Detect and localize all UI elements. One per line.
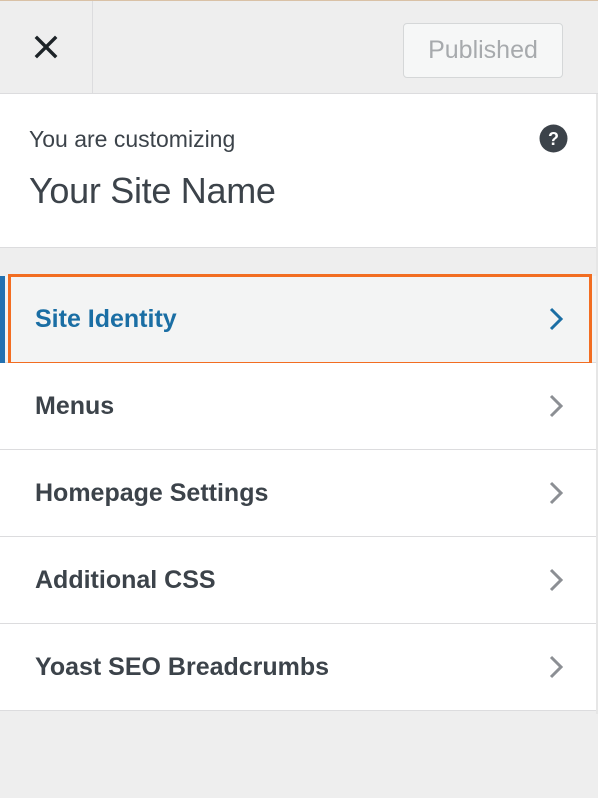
section-label: Site Identity [35,305,177,333]
section-label: Yoast SEO Breadcrumbs [35,653,330,681]
help-icon[interactable]: ? [539,124,568,153]
section-label: Homepage Settings [35,479,269,507]
chevron-right-icon [549,394,564,418]
section-homepage-settings[interactable]: Homepage Settings [0,450,598,537]
chevron-right-icon [549,481,564,505]
section-menus[interactable]: Menus [0,363,598,450]
publish-button[interactable]: Published [403,23,563,78]
close-button[interactable] [0,1,93,93]
chevron-right-icon [549,568,564,592]
chevron-right-icon [549,307,564,331]
site-title: Your Site Name [29,170,276,211]
customizer-sections: Site Identity Menus Homepage Settings Ad… [0,274,598,711]
chevron-right-icon [549,655,564,679]
section-site-identity[interactable]: Site Identity [0,274,598,365]
svg-text:?: ? [548,129,559,149]
section-additional-css[interactable]: Additional CSS [0,537,598,624]
section-yoast-seo-breadcrumbs[interactable]: Yoast SEO Breadcrumbs [0,624,598,711]
active-indicator [0,276,5,364]
close-icon [34,35,58,59]
customizer-info: You are customizing Your Site Name [0,94,598,248]
section-label: Additional CSS [35,566,216,594]
customizer-header: Published [0,1,598,94]
section-label: Menus [35,392,115,420]
customizing-label: You are customizing [29,126,236,152]
